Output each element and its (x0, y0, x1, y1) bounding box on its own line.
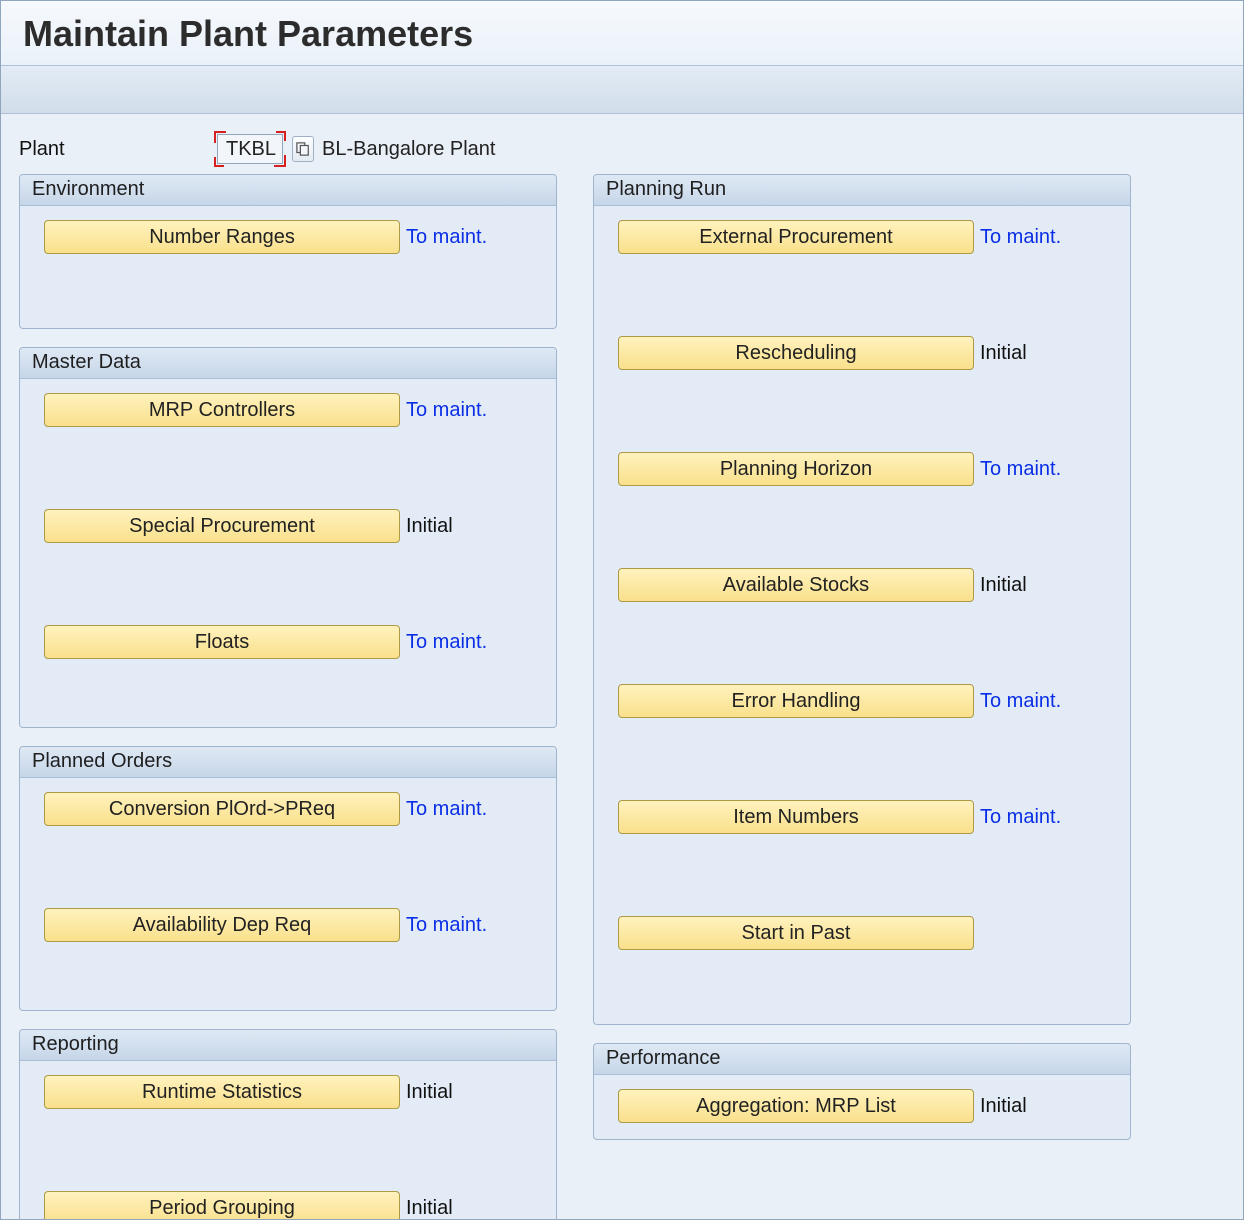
mrp-controllers-button[interactable]: MRP Controllers (44, 393, 400, 427)
special-procurement-button[interactable]: Special Procurement (44, 509, 400, 543)
rescheduling-button[interactable]: Rescheduling (618, 336, 974, 370)
status-label: Initial (980, 574, 1027, 597)
right-column: Planning Run External Procurement To mai… (593, 174, 1131, 1158)
search-help-icon[interactable] (292, 136, 314, 162)
planning-horizon-button[interactable]: Planning Horizon (618, 452, 974, 486)
content-area: Plant TKBL BL-Bangalore Plant Environmen… (1, 114, 1243, 1220)
item-numbers-button[interactable]: Item Numbers (618, 800, 974, 834)
plant-description: BL-Bangalore Plant (322, 138, 495, 161)
group-planned-orders: Planned Orders Conversion PlOrd->PReq To… (19, 746, 557, 1011)
param-row: Available Stocks Initial (618, 568, 1114, 602)
param-row: Floats To maint. (44, 625, 540, 659)
columns: Environment Number Ranges To maint. Mast… (19, 174, 1225, 1220)
group-master-data: Master Data MRP Controllers To maint. Sp… (19, 347, 557, 728)
plant-label: Plant (19, 138, 211, 161)
status-label: To maint. (406, 226, 487, 249)
status-label: Initial (980, 342, 1027, 365)
param-row: MRP Controllers To maint. (44, 393, 540, 427)
runtime-statistics-button[interactable]: Runtime Statistics (44, 1075, 400, 1109)
param-row: Runtime Statistics Initial (44, 1075, 540, 1109)
page-title: Maintain Plant Parameters (23, 13, 1221, 55)
group-header-environment: Environment (20, 175, 556, 206)
plant-code-input[interactable]: TKBL (217, 134, 283, 164)
availability-dep-req-button[interactable]: Availability Dep Req (44, 908, 400, 942)
group-header-planning-run: Planning Run (594, 175, 1130, 206)
status-label: Initial (406, 515, 453, 538)
param-row: Special Procurement Initial (44, 509, 540, 543)
group-header-performance: Performance (594, 1044, 1130, 1075)
status-label: Initial (406, 1197, 453, 1220)
param-row: Rescheduling Initial (618, 336, 1114, 370)
status-label: Initial (980, 1095, 1027, 1118)
external-procurement-button[interactable]: External Procurement (618, 220, 974, 254)
toolbar (1, 66, 1243, 114)
period-grouping-button[interactable]: Period Grouping (44, 1191, 400, 1220)
status-label: To maint. (980, 806, 1061, 829)
status-label: To maint. (980, 458, 1061, 481)
status-label: To maint. (406, 798, 487, 821)
title-bar: Maintain Plant Parameters (1, 1, 1243, 66)
param-row: Planning Horizon To maint. (618, 452, 1114, 486)
group-header-reporting: Reporting (20, 1030, 556, 1061)
status-label: To maint. (980, 690, 1061, 713)
left-column: Environment Number Ranges To maint. Mast… (19, 174, 557, 1220)
status-label: To maint. (406, 914, 487, 937)
available-stocks-button[interactable]: Available Stocks (618, 568, 974, 602)
error-handling-button[interactable]: Error Handling (618, 684, 974, 718)
group-reporting: Reporting Runtime Statistics Initial Per… (19, 1029, 557, 1220)
number-ranges-button[interactable]: Number Ranges (44, 220, 400, 254)
param-row: Aggregation: MRP List Initial (618, 1089, 1114, 1123)
group-planning-run: Planning Run External Procurement To mai… (593, 174, 1131, 1025)
conversion-plord-preq-button[interactable]: Conversion PlOrd->PReq (44, 792, 400, 826)
param-row: Number Ranges To maint. (44, 220, 540, 254)
floats-button[interactable]: Floats (44, 625, 400, 659)
param-row: Availability Dep Req To maint. (44, 908, 540, 942)
status-label: To maint. (980, 226, 1061, 249)
param-row: Start in Past (618, 916, 1114, 950)
param-row: External Procurement To maint. (618, 220, 1114, 254)
status-label: To maint. (406, 399, 487, 422)
param-row: Conversion PlOrd->PReq To maint. (44, 792, 540, 826)
start-in-past-button[interactable]: Start in Past (618, 916, 974, 950)
app-window: Maintain Plant Parameters Plant TKBL BL-… (0, 0, 1244, 1220)
plant-code-value: TKBL (226, 138, 276, 161)
group-header-master-data: Master Data (20, 348, 556, 379)
group-environment: Environment Number Ranges To maint. (19, 174, 557, 329)
status-label: To maint. (406, 631, 487, 654)
plant-row: Plant TKBL BL-Bangalore Plant (19, 134, 1225, 164)
group-performance: Performance Aggregation: MRP List Initia… (593, 1043, 1131, 1140)
param-row: Error Handling To maint. (618, 684, 1114, 718)
param-row: Item Numbers To maint. (618, 800, 1114, 834)
aggregation-mrp-list-button[interactable]: Aggregation: MRP List (618, 1089, 974, 1123)
group-header-planned-orders: Planned Orders (20, 747, 556, 778)
status-label: Initial (406, 1081, 453, 1104)
param-row: Period Grouping Initial (44, 1191, 540, 1220)
